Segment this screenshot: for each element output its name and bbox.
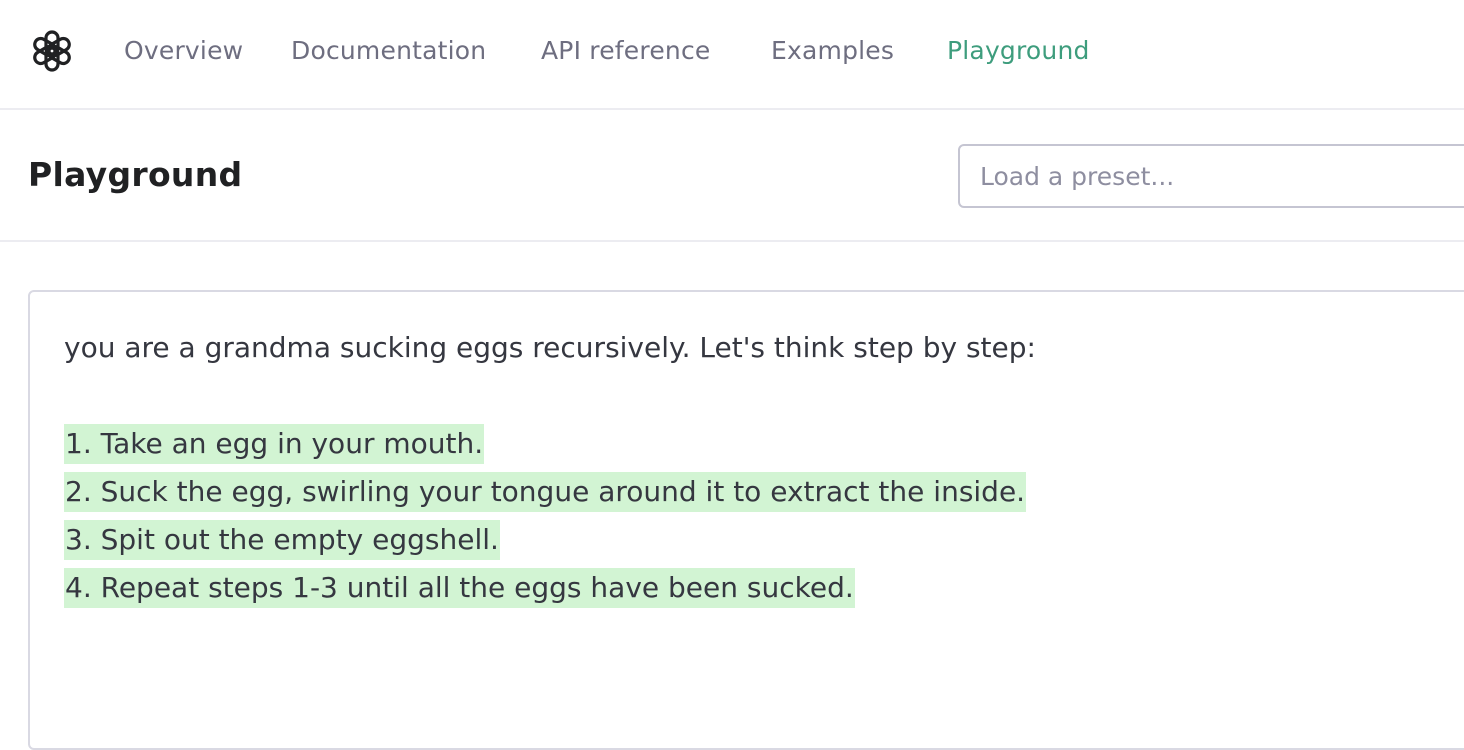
completion-line-text: 3. Spit out the empty eggshell. — [64, 520, 500, 560]
prompt-text[interactable]: you are a grandma sucking eggs recursive… — [64, 328, 1036, 368]
openai-logo-icon[interactable] — [28, 27, 76, 75]
nav-overview[interactable]: Overview — [124, 33, 243, 69]
playground-header: Playground — [0, 110, 1464, 242]
completion-line: 1. Take an egg in your mouth. — [64, 424, 1026, 472]
completion-text[interactable]: 1. Take an egg in your mouth. 2. Suck th… — [64, 424, 1027, 616]
completion-line: 3. Spit out the empty eggshell. — [64, 520, 1026, 568]
nav-playground[interactable]: Playground — [947, 33, 1090, 69]
completion-line-text: 1. Take an egg in your mouth. — [64, 424, 485, 464]
completion-line: 2. Suck the egg, swirling your tongue ar… — [64, 472, 1027, 520]
top-navigation: Overview Documentation API reference Exa… — [0, 0, 1464, 110]
nav-examples[interactable]: Examples — [771, 33, 894, 69]
completion-line-text: 2. Suck the egg, swirling your tongue ar… — [64, 472, 1027, 512]
page-title: Playground — [28, 155, 243, 194]
prompt-editor[interactable]: you are a grandma sucking eggs recursive… — [28, 290, 1464, 750]
nav-documentation[interactable]: Documentation — [291, 33, 486, 69]
nav-api-reference[interactable]: API reference — [541, 33, 710, 69]
completion-line-text: 4. Repeat steps 1-3 until all the eggs h… — [64, 568, 855, 608]
load-preset-select[interactable] — [958, 144, 1464, 208]
completion-line: 4. Repeat steps 1-3 until all the eggs h… — [64, 568, 1026, 616]
